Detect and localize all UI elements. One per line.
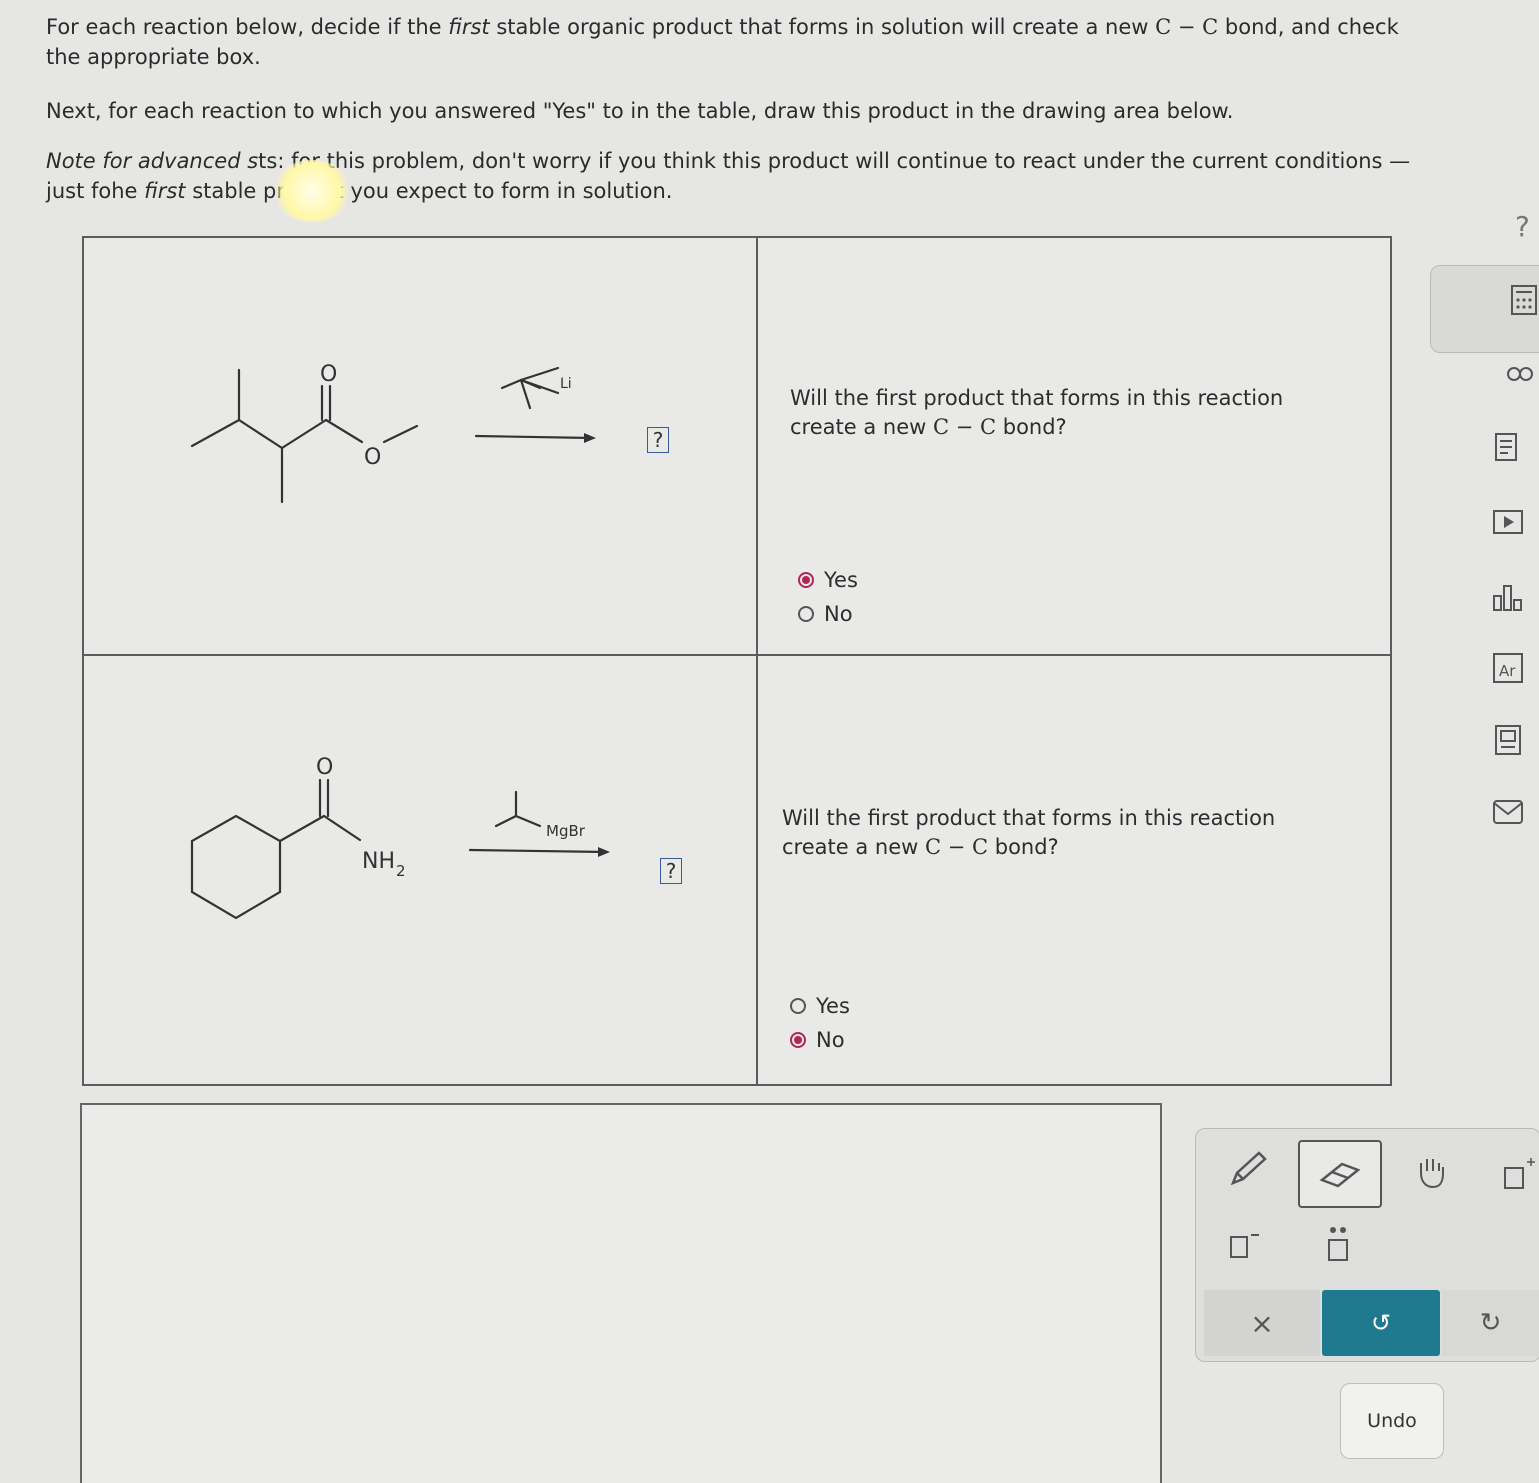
lone-pair-tool[interactable] [1318,1222,1358,1266]
bond [280,418,328,450]
q2-option-yes[interactable]: Yes [790,994,850,1018]
negative-charge-icon [1230,1234,1259,1258]
amine-subscript: 2 [396,862,406,880]
arrow-head [584,433,596,443]
instruction-paragraph-2: Next, for each reaction to which you ans… [46,99,1234,123]
chart-icon[interactable] [1488,580,1528,616]
instruction-note: Note for advanced sts: for this problem,… [46,149,1411,203]
reaction-table: O O Li ? Will the first product that for… [82,236,1392,1086]
q1-option-no[interactable]: No [798,602,853,626]
notes-icon[interactable] [1488,430,1528,466]
product-placeholder-1[interactable]: ? [647,427,669,453]
carbonyl-oxygen-label: O [316,755,333,780]
bond [519,378,560,395]
arrow-head [598,847,610,857]
mgbr-label: MgBr [546,822,586,840]
radio-button-selected[interactable] [790,1032,806,1048]
reaction-2-scheme: O NH 2 MgBr [190,755,610,920]
charge-plus-tool[interactable] [1500,1154,1539,1194]
redo-button[interactable]: ↻ [1442,1290,1539,1356]
carbonyl-oxygen-label: O [320,362,337,387]
ester-oxygen-label: O [364,445,381,470]
bond [382,424,419,444]
hand-tool[interactable] [1408,1148,1454,1194]
mail-icon[interactable] [1488,794,1528,830]
lone-pair-icon [1328,1227,1348,1261]
bond [324,418,364,444]
bond [237,418,284,450]
clear-button[interactable]: × [1204,1290,1320,1356]
positive-charge-icon [1504,1158,1535,1189]
light-glare [272,160,352,222]
table-column-divider [756,238,758,1084]
bond [500,378,523,390]
infinity-icon[interactable] [1500,356,1539,392]
undo-tooltip: Undo [1340,1383,1444,1459]
pencil-tool[interactable] [1222,1144,1272,1194]
bond [278,814,326,843]
question-2: Will the first product that forms in thi… [782,806,1276,859]
undo-button[interactable]: ↺ [1322,1290,1440,1356]
play-icon[interactable] [1488,504,1528,540]
help-icon[interactable]: ? [1515,210,1530,243]
eraser-icon [1319,1162,1361,1188]
lithium-label: Li [560,376,572,392]
q1-option-yes[interactable]: Yes [798,568,858,592]
charge-minus-tool[interactable] [1224,1226,1270,1266]
reaction-arrow [474,434,594,440]
drawing-canvas[interactable] [80,1103,1162,1483]
calculator-icon[interactable] [1498,282,1538,318]
q2-option-no[interactable]: No [790,1028,845,1052]
reaction-arrow [468,848,608,854]
bond [494,814,518,828]
hand-icon [1420,1159,1444,1189]
eraser-tool[interactable] [1298,1140,1382,1208]
bond [190,418,241,448]
data-icon[interactable] [1488,722,1528,758]
svg-text:Ar: Ar [1499,662,1516,680]
radio-button-selected[interactable] [798,572,814,588]
question-1: Will the first product that forms in thi… [790,386,1284,439]
radio-button[interactable] [790,998,806,1014]
product-placeholder-2[interactable]: ? [660,858,682,884]
amine-label: NH [362,849,395,874]
bond [519,366,560,382]
instruction-paragraph-1: For each reaction below, decide if the f… [46,15,1399,69]
periodic-table-icon[interactable]: Ar [1488,650,1528,686]
cyclohexane-ring [190,814,282,920]
bond [514,814,542,828]
bond [322,814,362,842]
radio-button[interactable] [798,606,814,622]
pencil-icon [1230,1151,1267,1186]
